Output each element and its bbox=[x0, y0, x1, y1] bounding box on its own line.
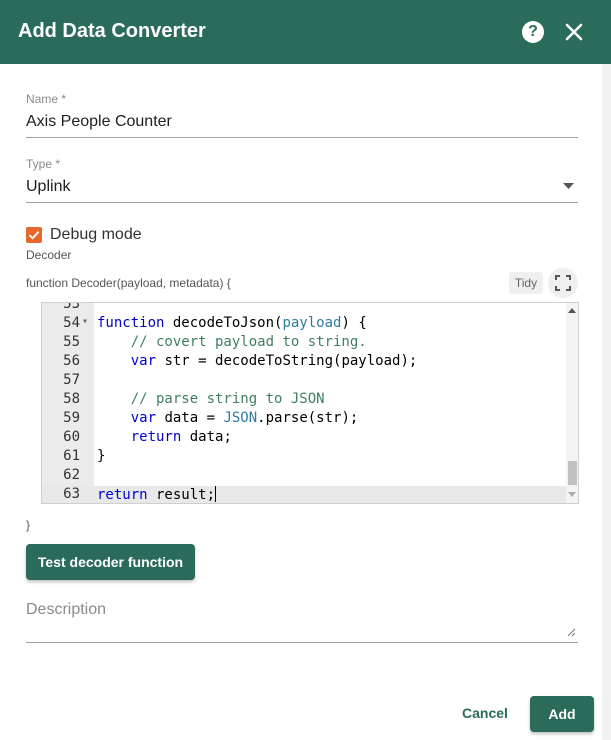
line-number: 56 bbox=[63, 353, 80, 369]
name-underline bbox=[26, 137, 578, 138]
code-line[interactable]: 57 bbox=[42, 372, 566, 391]
dialog-title: Add Data Converter bbox=[18, 20, 206, 42]
fullscreen-icon[interactable] bbox=[548, 268, 578, 298]
code-text: function decodeToJson(payload) { bbox=[97, 315, 367, 331]
scroll-down-icon[interactable] bbox=[568, 492, 576, 497]
line-number: 62 bbox=[63, 467, 80, 483]
code-text: } bbox=[97, 448, 105, 464]
decoder-code-editor[interactable]: 53 54 ▾ function decodeToJson(payload) { 55 … bbox=[41, 302, 579, 504]
code-line[interactable]: 60 return data; bbox=[42, 429, 566, 448]
code-token: result; bbox=[147, 487, 216, 503]
code-text: // covert payload to string. bbox=[97, 334, 367, 350]
check-icon bbox=[28, 231, 40, 240]
code-token: var bbox=[130, 410, 157, 426]
help-circle-icon[interactable]: ? bbox=[522, 21, 544, 43]
line-number: 54 bbox=[63, 315, 80, 331]
add-button[interactable]: Add bbox=[530, 696, 594, 732]
code-line[interactable]: 63 return result; bbox=[42, 486, 566, 503]
code-token: // parse string to JSON bbox=[130, 391, 325, 407]
line-number: 53 bbox=[63, 302, 80, 312]
dialog-scrollbar[interactable] bbox=[602, 64, 611, 740]
name-label: Name * bbox=[26, 92, 67, 106]
cancel-button[interactable]: Cancel bbox=[452, 698, 518, 728]
type-label: Type * bbox=[26, 157, 61, 171]
code-text: return result; bbox=[97, 486, 217, 503]
description-field[interactable]: Description bbox=[26, 601, 106, 619]
line-number: 58 bbox=[63, 391, 80, 407]
type-underline bbox=[26, 202, 578, 203]
code-token: JSON bbox=[223, 410, 258, 426]
line-number: 55 bbox=[63, 334, 80, 350]
function-signature: function Decoder(payload, metadata) { bbox=[26, 276, 231, 290]
code-line[interactable]: 61} bbox=[42, 448, 566, 467]
code-line[interactable]: 54 ▾ function decodeToJson(payload) { bbox=[42, 315, 566, 334]
debug-mode-label[interactable]: Debug mode bbox=[50, 226, 142, 244]
code-line[interactable]: 56 var str = decodeToString(payload); bbox=[42, 353, 566, 372]
code-token: // covert payload to string. bbox=[130, 334, 367, 350]
name-field[interactable]: Axis People Counter bbox=[26, 113, 172, 131]
code-token: return bbox=[97, 487, 148, 503]
line-number: 59 bbox=[63, 410, 80, 426]
code-token: data = bbox=[156, 410, 224, 426]
line-number: 63 bbox=[63, 486, 80, 502]
code-line[interactable]: 53 bbox=[42, 302, 566, 315]
code-token: function bbox=[97, 315, 165, 331]
code-line[interactable]: 62 bbox=[42, 467, 566, 486]
fold-arrow-icon[interactable]: ▾ bbox=[82, 316, 88, 327]
code-token: payload bbox=[282, 315, 342, 331]
close-icon[interactable] bbox=[562, 20, 586, 44]
code-line[interactable]: 58 // parse string to JSON bbox=[42, 391, 566, 410]
code-text: return data; bbox=[97, 429, 232, 445]
test-decoder-button[interactable]: Test decoder function bbox=[26, 544, 195, 580]
code-token: } bbox=[97, 448, 106, 464]
line-number: 57 bbox=[63, 372, 80, 388]
dialog-header: Add Data Converter ? bbox=[0, 0, 611, 64]
line-number: 61 bbox=[63, 448, 80, 464]
code-line[interactable]: 59 var data = JSON.parse(str); bbox=[42, 410, 566, 429]
code-token: str = decodeToString(payload); bbox=[156, 353, 418, 369]
line-number: 60 bbox=[63, 429, 80, 445]
chevron-down-icon[interactable] bbox=[563, 183, 574, 189]
decoder-label: Decoder bbox=[26, 248, 72, 262]
description-underline bbox=[26, 642, 578, 643]
text-caret bbox=[215, 486, 217, 502]
code-line[interactable]: 55 // covert payload to string. bbox=[42, 334, 566, 353]
code-token: data; bbox=[181, 429, 232, 445]
code-token: decodeToJson( bbox=[164, 315, 283, 331]
tidy-button[interactable]: Tidy bbox=[509, 272, 543, 294]
add-data-converter-dialog: Add Data Converter ? Name * Axis People … bbox=[0, 0, 611, 740]
editor-scroll-thumb[interactable] bbox=[568, 461, 577, 485]
function-closing-brace: } bbox=[26, 518, 31, 532]
code-token: return bbox=[130, 429, 182, 445]
editor-scrollbar[interactable] bbox=[566, 303, 578, 503]
code-text: var str = decodeToString(payload); bbox=[97, 353, 418, 369]
scroll-up-icon[interactable] bbox=[568, 308, 576, 313]
code-text: // parse string to JSON bbox=[97, 391, 325, 407]
resize-grip-icon[interactable] bbox=[567, 628, 576, 637]
type-select[interactable]: Uplink bbox=[26, 178, 70, 196]
code-text: var data = JSON.parse(str); bbox=[97, 410, 359, 426]
code-token: var bbox=[130, 353, 157, 369]
debug-mode-checkbox[interactable] bbox=[26, 227, 42, 243]
code-token: ) { bbox=[341, 315, 367, 331]
code-token: .parse(str); bbox=[257, 410, 359, 426]
